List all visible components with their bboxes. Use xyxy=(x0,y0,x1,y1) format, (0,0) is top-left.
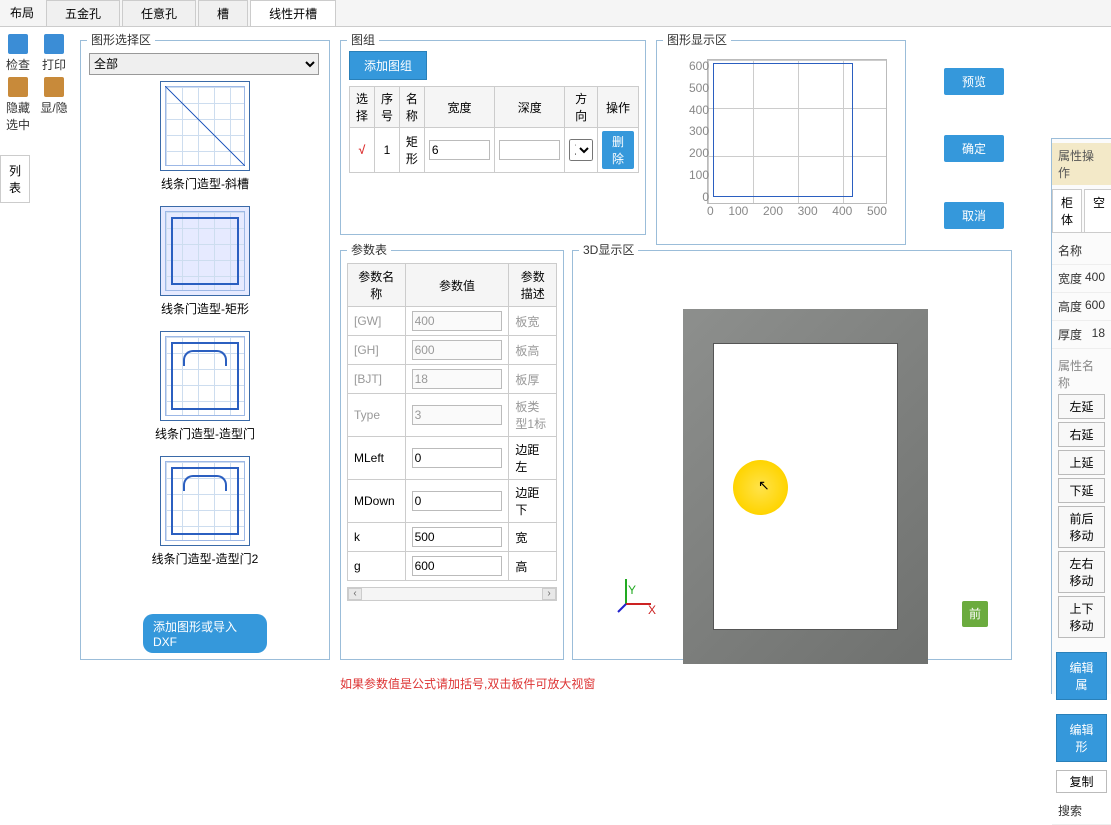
prop-ext-button[interactable]: 上下移动 xyxy=(1058,596,1105,638)
param-row[interactable]: Type 板类型1标 xyxy=(348,394,557,437)
group-table: 选择 序号 名称 宽度 深度 方向 操作 √ 1 矩形 正面 删除 xyxy=(349,86,639,173)
prop-ext-button[interactable]: 前后移动 xyxy=(1058,506,1105,548)
view3d-title: 3D显示区 xyxy=(579,241,638,258)
row-name: 矩形 xyxy=(399,128,424,173)
param-row[interactable]: [GH] 板高 xyxy=(348,336,557,365)
attr-name-label: 属性名称 xyxy=(1058,357,1105,391)
side-buttons: 预览 确定 取消 xyxy=(944,68,1004,269)
left-toolstrip: 检查 打印 隐藏选中 显/隐 xyxy=(0,30,72,137)
edit-shape-button[interactable]: 编辑形 xyxy=(1056,714,1107,762)
param-row[interactable]: MDown 边距下 xyxy=(348,480,557,523)
footer-note: 如果参数值是公式请加括号,双击板件可放大视窗 xyxy=(340,675,595,692)
prop-ext-button[interactable]: 左右移动 xyxy=(1058,551,1105,593)
shape-label-1: 线条门造型-矩形 xyxy=(89,300,321,317)
prop-ext-button[interactable]: 下延 xyxy=(1058,478,1105,503)
cursor-icon: ↖ xyxy=(758,477,770,494)
edit-attr-button[interactable]: 编辑属 xyxy=(1056,652,1107,700)
import-dxf-button[interactable]: 添加图形或导入DXF xyxy=(143,614,267,653)
tool-hide[interactable]: 隐藏选中 xyxy=(3,77,33,133)
param-panel: 参数表 参数名称 参数值 参数描述 [GW] 板宽[GH] 板高[BJT] 板厚… xyxy=(340,250,564,660)
axis-gizmo: Y X xyxy=(616,574,656,617)
row-check[interactable]: √ xyxy=(359,143,366,157)
tool-print[interactable]: 打印 xyxy=(39,34,69,73)
row-delete[interactable]: 删除 xyxy=(602,131,634,169)
shape-filter[interactable]: 全部 xyxy=(89,53,319,75)
table-row[interactable]: √ 1 矩形 正面 删除 xyxy=(350,128,639,173)
shape-label-0: 线条门造型-斜槽 xyxy=(89,175,321,192)
shape-label-3: 线条门造型-造型门2 xyxy=(89,550,321,567)
row-width[interactable] xyxy=(429,140,490,160)
param-row[interactable]: k 宽 xyxy=(348,523,557,552)
param-value xyxy=(412,369,503,389)
cancel-button[interactable]: 取消 xyxy=(944,202,1004,229)
view3d-canvas[interactable]: ↖ Y X 前 xyxy=(588,265,996,645)
param-value xyxy=(412,340,503,360)
tab-linear[interactable]: 线性开槽 xyxy=(250,0,336,26)
row-idx: 1 xyxy=(374,128,399,173)
param-value[interactable] xyxy=(412,491,503,511)
shape-label-2: 线条门造型-造型门 xyxy=(89,425,321,442)
ok-button[interactable]: 确定 xyxy=(944,135,1004,162)
group-title: 图组 xyxy=(347,31,379,48)
prop-ext-button[interactable]: 上延 xyxy=(1058,450,1105,475)
tab-anyhole[interactable]: 任意孔 xyxy=(122,0,196,26)
chart-2d[interactable]: 600500 400300 200100 0 0100 200300 40050… xyxy=(687,55,897,230)
disp-title: 图形显示区 xyxy=(663,31,731,48)
shape-item-2[interactable]: 线条门造型-造型门 xyxy=(89,331,321,442)
prop-panel: 属性操作 柜体 空 名称 宽度400 高度600 厚度18 属性名称 左延右延上… xyxy=(1051,138,1111,694)
copy-button[interactable]: 复制 xyxy=(1056,770,1107,793)
param-scrollbar[interactable]: ‹› xyxy=(347,587,557,601)
front-badge[interactable]: 前 xyxy=(962,601,988,627)
tab-hardware[interactable]: 五金孔 xyxy=(46,0,120,26)
shape-panel: 图形选择区 全部 线条门造型-斜槽 线条门造型-矩形 线条门造型-造型门 线条门… xyxy=(80,40,330,660)
row-depth[interactable] xyxy=(499,140,560,160)
param-value[interactable] xyxy=(412,527,503,547)
disp-panel: 图形显示区 600500 400300 200100 0 0100 200300… xyxy=(656,40,906,245)
group-panel: 图组 添加图组 选择 序号 名称 宽度 深度 方向 操作 √ 1 矩形 正面 删… xyxy=(340,40,646,235)
param-value xyxy=(412,405,503,425)
param-value[interactable] xyxy=(412,556,503,576)
tool-show[interactable]: 显/隐 xyxy=(39,77,69,133)
prop-ext-button[interactable]: 右延 xyxy=(1058,422,1105,447)
prop-tab-cabinet[interactable]: 柜体 xyxy=(1052,189,1082,232)
shape-title: 图形选择区 xyxy=(87,31,155,48)
preview-button[interactable]: 预览 xyxy=(944,68,1004,95)
tab-slot[interactable]: 槽 xyxy=(198,0,248,26)
prop-header: 属性操作 xyxy=(1052,143,1111,185)
view3d-panel: 3D显示区 ↖ Y X 前 xyxy=(572,250,1012,660)
param-row[interactable]: [BJT] 板厚 xyxy=(348,365,557,394)
tool-check[interactable]: 检查 xyxy=(3,34,33,73)
shape-item-3[interactable]: 线条门造型-造型门2 xyxy=(89,456,321,567)
row-dir[interactable]: 正面 xyxy=(569,139,593,161)
side-tab-list[interactable]: 列表 xyxy=(0,155,30,203)
top-tabs: 布局 五金孔 任意孔 槽 线性开槽 xyxy=(0,0,1111,27)
prop-ext-button[interactable]: 左延 xyxy=(1058,394,1105,419)
prop-tab-sec[interactable]: 空 xyxy=(1084,189,1111,232)
param-row[interactable]: g 高 xyxy=(348,552,557,581)
param-title: 参数表 xyxy=(347,241,391,258)
tab-layout[interactable]: 布局 xyxy=(0,0,44,26)
param-value xyxy=(412,311,503,331)
param-value[interactable] xyxy=(412,448,503,468)
shape-item-0[interactable]: 线条门造型-斜槽 xyxy=(89,81,321,192)
param-row[interactable]: [GW] 板宽 xyxy=(348,307,557,336)
param-row[interactable]: MLeft 边距左 xyxy=(348,437,557,480)
shape-item-1[interactable]: 线条门造型-矩形 xyxy=(89,206,321,317)
param-table: 参数名称 参数值 参数描述 [GW] 板宽[GH] 板高[BJT] 板厚Type… xyxy=(347,263,557,581)
add-group-button[interactable]: 添加图组 xyxy=(349,51,427,80)
